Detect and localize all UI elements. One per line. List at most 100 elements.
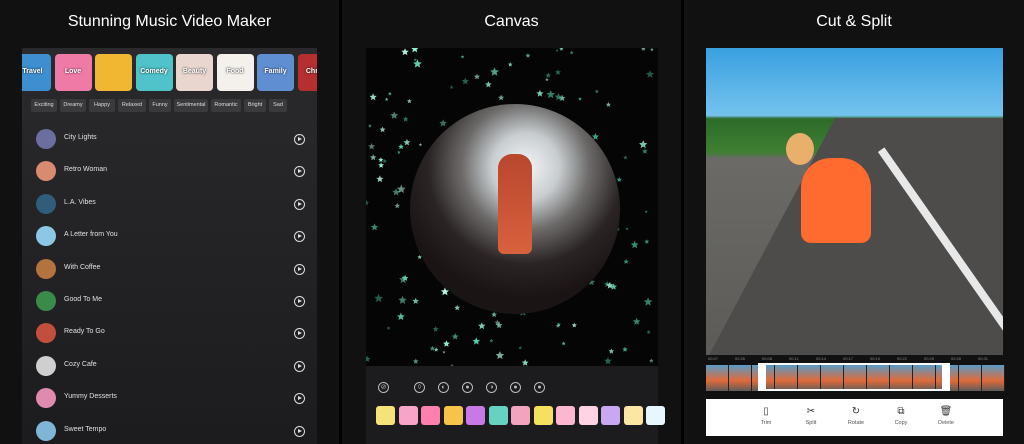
half-moon-icon[interactable]: ◑: [486, 382, 497, 393]
half-circle-icon[interactable]: ◐: [438, 382, 449, 393]
star-shape: [434, 347, 439, 352]
star-shape: [413, 58, 417, 62]
star-shape: [645, 70, 654, 78]
star-shape: [490, 67, 499, 76]
dot-icon-2[interactable]: ●: [534, 382, 545, 393]
star-shape: [403, 138, 411, 146]
mood-chip[interactable]: Sad: [269, 99, 287, 112]
trim-handle-left[interactable]: [758, 363, 766, 391]
dot-icon[interactable]: ●: [510, 382, 521, 393]
clip-frame: [729, 365, 752, 391]
split-button[interactable]: ✂ Split: [791, 405, 831, 426]
category-card[interactable]: Beauty: [176, 54, 213, 91]
star-shape: [454, 304, 461, 311]
star-shape: [644, 209, 648, 213]
skater-figure: [801, 158, 871, 243]
play-icon[interactable]: [294, 134, 305, 145]
star-shape: [521, 359, 529, 366]
timeline-time: 00:31: [978, 356, 989, 361]
color-swatch[interactable]: [421, 406, 440, 425]
category-label: Travel: [22, 68, 43, 75]
song-row[interactable]: Cozy Cafe: [22, 353, 317, 379]
mood-chip[interactable]: Happy: [89, 99, 115, 112]
mood-chip[interactable]: Funny: [149, 99, 171, 112]
color-swatch[interactable]: [578, 406, 598, 425]
copy-button[interactable]: ⧉ Copy: [881, 405, 921, 426]
song-title: Cozy Cafe: [64, 360, 97, 368]
color-swatch[interactable]: [623, 406, 643, 425]
star-shape: [386, 326, 391, 330]
play-icon[interactable]: [294, 166, 305, 178]
none-icon[interactable]: ⊘: [378, 382, 389, 393]
category-card[interactable]: Family: [257, 54, 294, 91]
play-icon[interactable]: [294, 393, 305, 405]
color-swatch[interactable]: [398, 406, 418, 425]
circle-photo: [410, 104, 620, 314]
color-swatch[interactable]: [466, 406, 485, 425]
play-icon[interactable]: [294, 296, 305, 307]
song-row[interactable]: City Lights: [22, 126, 317, 152]
color-swatch[interactable]: [556, 406, 575, 425]
play-icon[interactable]: [294, 360, 305, 372]
canvas-panel: Canvas ⊘ ◊ ◐ ● ◑ ● ●: [342, 0, 681, 444]
song-row[interactable]: Yummy Desserts: [22, 385, 317, 411]
action-label: Delete: [938, 420, 954, 426]
trim-handle-right[interactable]: [942, 363, 950, 391]
play-icon[interactable]: [294, 198, 305, 210]
song-row[interactable]: With Coffee: [22, 256, 317, 282]
star-shape: [429, 345, 435, 351]
timeline-time: 00:28: [951, 356, 962, 361]
mood-chip[interactable]: Sentimental: [174, 99, 208, 112]
category-card[interactable]: Comedy: [135, 54, 173, 91]
category-card[interactable]: Travel: [22, 54, 51, 91]
timeline-time: 00:11: [789, 356, 799, 361]
color-swatch[interactable]: [511, 406, 530, 425]
category-card[interactable]: [95, 54, 132, 91]
song-row[interactable]: Sweet Tempo: [22, 418, 317, 444]
delete-button[interactable]: 🗑 Delete: [926, 405, 966, 426]
song-row[interactable]: Ready To Go: [22, 320, 317, 346]
star-shape: [439, 119, 447, 127]
video-preview[interactable]: [706, 48, 1003, 355]
song-row[interactable]: L.A. Vibes: [22, 191, 317, 217]
song-row[interactable]: Good To Me: [22, 288, 317, 314]
category-card[interactable]: Food: [216, 54, 254, 91]
timeline[interactable]: 00:07 00:26 00:08 00:11 00:14 00:17 00:19 00:22…: [706, 355, 1005, 399]
timeline-time: 00:07: [708, 356, 719, 361]
mood-chip[interactable]: Relaxed: [118, 99, 146, 112]
mood-chip[interactable]: Exciting: [31, 99, 57, 112]
color-swatch[interactable]: [601, 406, 620, 425]
play-icon[interactable]: [294, 425, 305, 437]
rotate-button[interactable]: ↻ Rotate: [836, 405, 876, 426]
star-shape: [366, 355, 371, 362]
timeline-time: 00:14: [816, 356, 827, 361]
color-swatch[interactable]: [646, 406, 665, 425]
category-card[interactable]: Love: [54, 54, 92, 91]
rotate-icon: ↻: [851, 406, 861, 417]
star-shape: [472, 337, 481, 345]
play-icon[interactable]: [294, 263, 305, 275]
song-row[interactable]: A Letter from You: [22, 223, 317, 249]
category-card[interactable]: Christ: [297, 54, 317, 91]
trim-button[interactable]: ▯ Trim: [746, 405, 786, 426]
play-icon[interactable]: [294, 328, 305, 340]
play-icon[interactable]: [294, 231, 305, 243]
color-swatch[interactable]: [443, 406, 463, 425]
star-shape: [622, 346, 628, 352]
canvas-preview[interactable]: [366, 48, 658, 366]
mood-chip[interactable]: Romantic: [211, 99, 241, 112]
circle-icon[interactable]: ●: [462, 382, 473, 393]
star-shape: [366, 199, 369, 206]
drop-icon[interactable]: ◊: [414, 382, 425, 393]
timeline-time: 00:25: [924, 356, 935, 361]
clip-selection[interactable]: [762, 363, 946, 391]
mood-chip[interactable]: Bright: [244, 99, 266, 112]
star-shape: [632, 317, 641, 325]
mood-chip[interactable]: Dreamy: [60, 99, 86, 112]
color-swatch[interactable]: [533, 406, 553, 425]
color-swatch[interactable]: [376, 406, 395, 425]
star-shape: [396, 312, 405, 321]
panel-title-music: Stunning Music Video Maker: [67, 13, 272, 30]
song-row[interactable]: Retro Woman: [22, 158, 317, 184]
color-swatch[interactable]: [488, 406, 508, 425]
